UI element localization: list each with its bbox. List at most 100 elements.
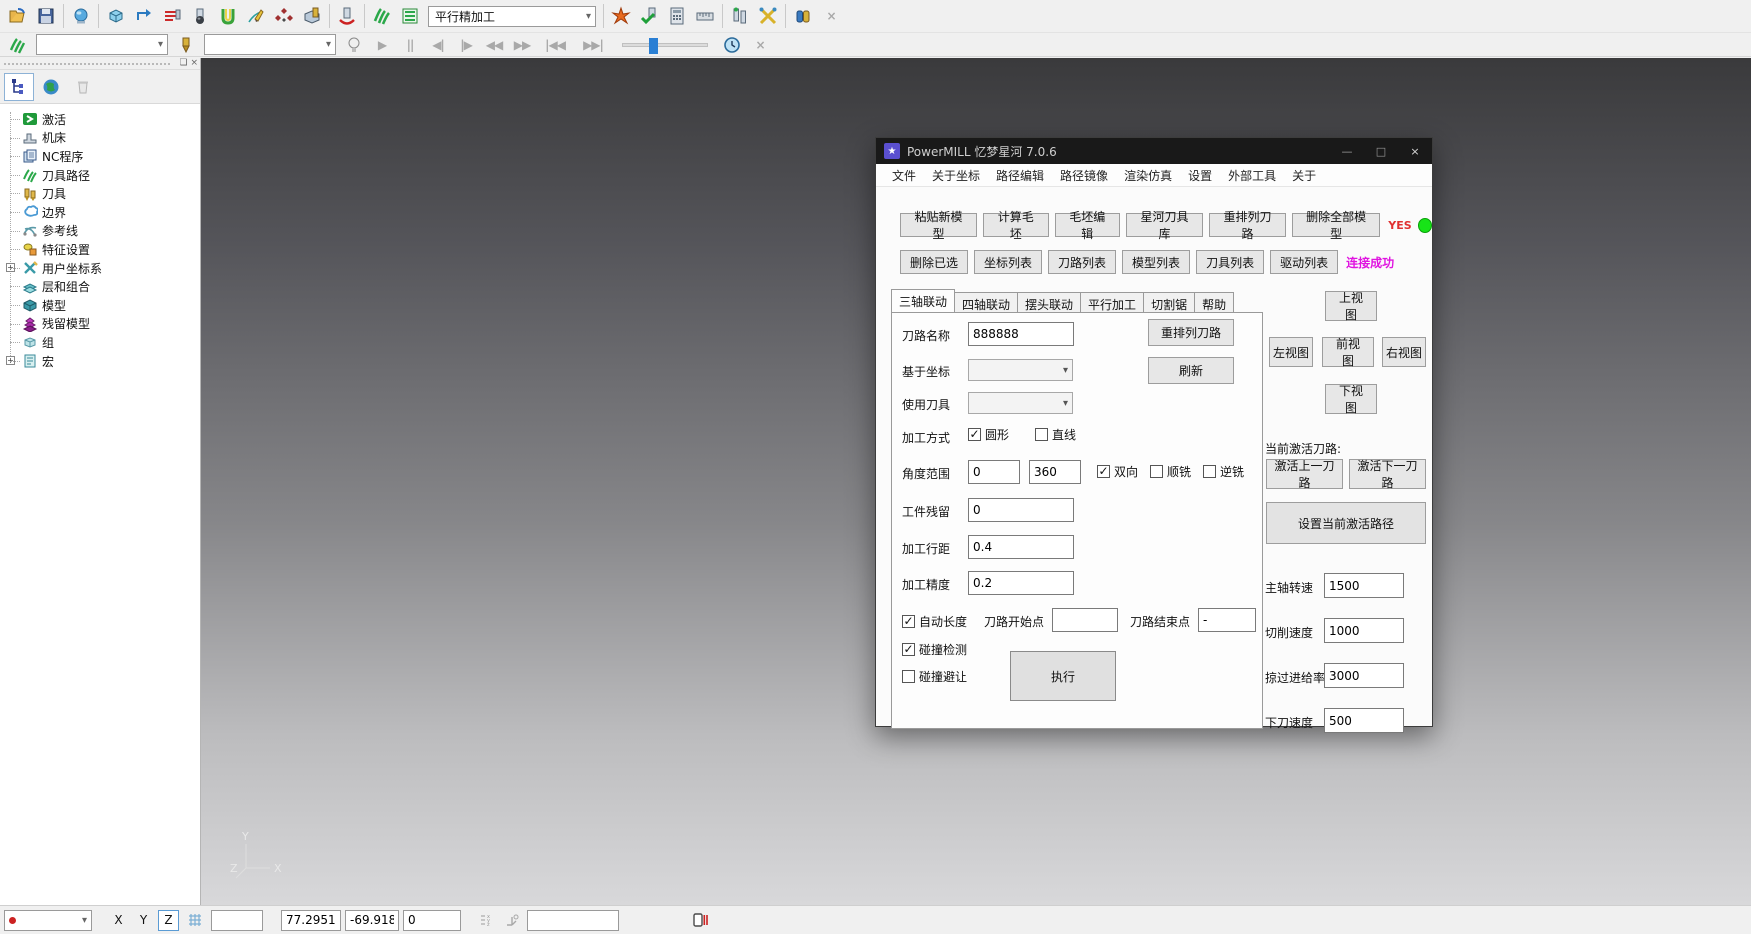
tree-item-groups[interactable]: 组	[6, 333, 200, 352]
stepover-input[interactable]	[968, 535, 1074, 559]
feed-rate-button[interactable]	[130, 3, 158, 29]
tree-item-levels-sets[interactable]: 层和组合	[6, 277, 200, 296]
method-line-checkbox[interactable]: 直线	[1035, 426, 1076, 443]
menu-about[interactable]: 关于	[1284, 167, 1324, 184]
cursor-x-input[interactable]	[281, 910, 341, 931]
refresh-button[interactable]: 刷新	[1148, 357, 1234, 384]
activate-next-toolpath-button[interactable]: 激活下一刀路	[1349, 459, 1426, 489]
menu-about-coords[interactable]: 关于坐标	[924, 167, 988, 184]
anchor-point-button[interactable]	[501, 909, 523, 931]
explorer-tree-tab[interactable]	[4, 73, 34, 101]
fast-forward-button[interactable]: ▶▶	[508, 35, 536, 55]
set-active-path-button[interactable]: 设置当前激活路径	[1266, 502, 1426, 544]
view-left-button[interactable]: 左视图	[1269, 337, 1313, 367]
calc-stock-button[interactable]: 计算毛坯	[983, 213, 1049, 237]
item-color-combobox[interactable]: ▾	[4, 910, 92, 931]
block-button[interactable]	[102, 3, 130, 29]
rearrange-toolpaths-button[interactable]: 重排列刀路	[1209, 213, 1286, 237]
cross-tools-button[interactable]	[754, 3, 782, 29]
toolpath-name-input[interactable]	[968, 322, 1074, 346]
end-point-input[interactable]	[1198, 608, 1256, 632]
menu-settings[interactable]: 设置	[1180, 167, 1220, 184]
close-button[interactable]: ×	[1398, 138, 1432, 164]
view-top-button[interactable]: 上视图	[1325, 291, 1377, 321]
tree-item-feature-sets[interactable]: 特征设置	[6, 240, 200, 259]
clipboard-status-button[interactable]	[687, 909, 711, 931]
menu-path-edit[interactable]: 路径编辑	[988, 167, 1052, 184]
tree-item-patterns[interactable]: 参考线	[6, 222, 200, 241]
points-button[interactable]	[270, 3, 298, 29]
toolbar-close-button[interactable]: ×	[817, 3, 845, 29]
calculator-button[interactable]	[663, 3, 691, 29]
tab-parallel[interactable]: 平行加工	[1080, 292, 1144, 312]
method-circle-checkbox[interactable]: ✓圆形	[968, 426, 1009, 443]
simulation-tool-combobox[interactable]: ▾	[204, 34, 336, 55]
simulation-toolpath-combobox[interactable]: ▾	[36, 34, 168, 55]
toolpath-list-button[interactable]: 刀路列表	[1048, 250, 1116, 274]
slider-handle[interactable]	[649, 38, 658, 54]
menu-external-tools[interactable]: 外部工具	[1220, 167, 1284, 184]
measure-button[interactable]	[691, 3, 719, 29]
strategy-combobox[interactable]: 平行精加工 ▾	[428, 6, 596, 27]
simulation-logo-button[interactable]	[4, 35, 32, 55]
tool-verify-button[interactable]	[635, 3, 663, 29]
panel-float-button[interactable]: ❏	[180, 58, 188, 68]
tab-saw[interactable]: 切割锯	[1143, 292, 1195, 312]
grid-snap-button[interactable]	[183, 909, 207, 931]
viewmill-button[interactable]	[67, 3, 95, 29]
tab-4axis[interactable]: 四轴联动	[954, 292, 1018, 312]
tool-ball-button[interactable]	[186, 3, 214, 29]
cursor-y-input[interactable]	[345, 910, 399, 931]
edit-stock-button[interactable]: 毛坯编辑	[1055, 213, 1121, 237]
coord-list-toggle[interactable]: xyz	[475, 909, 497, 931]
tool-select[interactable]: ▾	[968, 392, 1073, 414]
axis-x-toggle[interactable]: X	[108, 910, 129, 931]
paste-model-button[interactable]: 粘贴新模型	[900, 213, 977, 237]
step-forward-button[interactable]: |▶	[452, 35, 480, 55]
pattern-button[interactable]	[242, 3, 270, 29]
auto-length-checkbox[interactable]: ✓自动长度	[902, 613, 967, 630]
tab-swivel-head[interactable]: 摆头联动	[1017, 292, 1081, 312]
tree-item-models[interactable]: 模型	[6, 296, 200, 315]
angle-to-input[interactable]	[1029, 460, 1081, 484]
save-project-button[interactable]	[32, 3, 60, 29]
conventional-checkbox[interactable]: 逆铣	[1203, 463, 1244, 480]
menu-render-sim[interactable]: 渲染仿真	[1116, 167, 1180, 184]
go-to-end-button[interactable]: ▶▶|	[574, 35, 612, 55]
tree-item-boundaries[interactable]: 边界	[6, 203, 200, 222]
grid-size-input[interactable]	[211, 910, 263, 931]
tree-item-machine[interactable]: 机床	[6, 129, 200, 148]
climb-checkbox[interactable]: 顺铣	[1150, 463, 1191, 480]
cutting-speed-input[interactable]	[1324, 618, 1404, 643]
model-list-button[interactable]: 模型列表	[1122, 250, 1190, 274]
rewind-button[interactable]: ◀◀	[480, 35, 508, 55]
coord-select[interactable]: ▾	[968, 359, 1073, 381]
panel-close-button[interactable]: ×	[190, 58, 198, 68]
toolpath-box-button[interactable]	[298, 3, 326, 29]
tree-item-toolpaths[interactable]: 刀具路径	[6, 166, 200, 185]
play-button[interactable]: ▶	[368, 35, 396, 55]
compare-models-button[interactable]	[789, 3, 817, 29]
tree-item-macros[interactable]: +宏	[6, 352, 200, 371]
simulation-tool-button[interactable]	[172, 35, 200, 55]
tree-item-tools[interactable]: 刀具	[6, 184, 200, 203]
stock-input[interactable]	[968, 498, 1074, 522]
strategy-fox-button[interactable]	[607, 3, 635, 29]
spindle-speed-input[interactable]	[1324, 573, 1404, 598]
start-point-input[interactable]	[1052, 608, 1118, 632]
toolpath-list-button[interactable]	[396, 3, 424, 29]
axis-y-toggle[interactable]: Y	[133, 910, 154, 931]
skim-feed-input[interactable]	[1324, 663, 1404, 688]
menu-path-mirror[interactable]: 路径镜像	[1052, 167, 1116, 184]
powermill-logo-button[interactable]	[368, 3, 396, 29]
view-front-button[interactable]: 前视图	[1322, 337, 1374, 367]
tree-item-nc-programs[interactable]: NC程序	[6, 147, 200, 166]
simulation-speed-slider[interactable]	[622, 43, 708, 47]
execute-button[interactable]: 执行	[1010, 651, 1116, 701]
pause-button[interactable]: ||	[396, 35, 424, 55]
tab-help[interactable]: 帮助	[1194, 292, 1234, 312]
tolerance-status-input[interactable]	[527, 910, 619, 931]
rearrange-button[interactable]: 重排列刀路	[1148, 319, 1234, 346]
tool-pair-button[interactable]	[726, 3, 754, 29]
tree-item-workplanes[interactable]: +用户坐标系	[6, 259, 200, 278]
